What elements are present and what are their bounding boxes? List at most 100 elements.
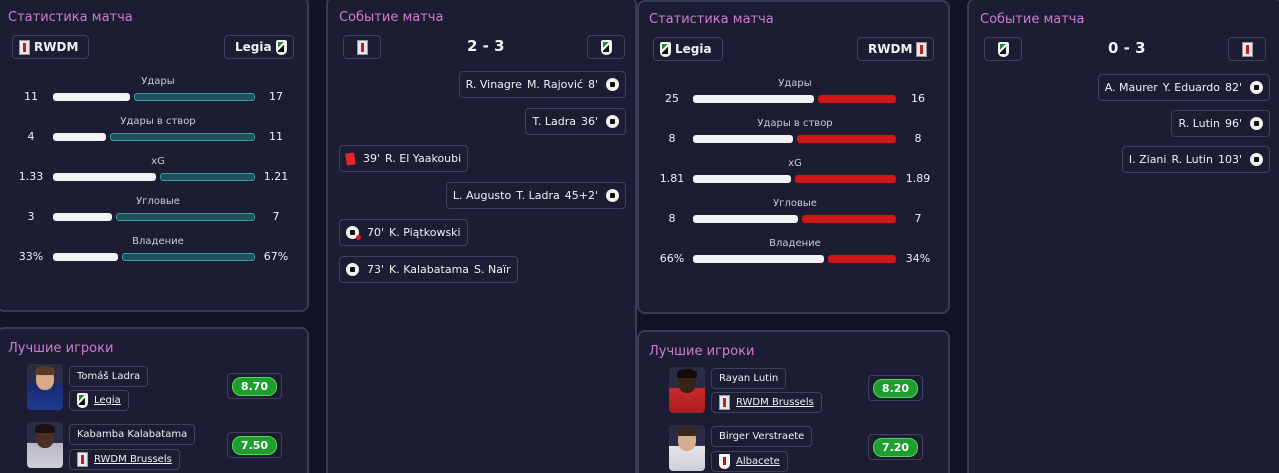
player-team-link[interactable]: RWDM Brussels <box>736 397 814 408</box>
stat-away-bar <box>110 133 255 141</box>
event-text: T. Ladra <box>532 115 576 128</box>
match1-players-title: Лучшие игроки <box>8 341 114 356</box>
player-team-chip[interactable]: RWDM Brussels <box>69 449 180 470</box>
match1-stats-away-team[interactable]: Legia <box>224 35 294 59</box>
legia-logo-icon <box>77 393 88 408</box>
stat-home-value: 1.33 <box>18 170 44 183</box>
legia-logo-icon <box>997 41 1009 57</box>
match2-home-logo[interactable] <box>984 37 1022 61</box>
event-row-home[interactable]: 73' K. Kalabatama S. Naïr <box>339 256 518 283</box>
player-name-chip[interactable]: Tomáš Ladra <box>69 366 149 387</box>
event-text: S. Naïr <box>474 263 511 276</box>
event-row-away[interactable]: R. Lutin 96' <box>1171 110 1270 137</box>
event-row-away[interactable]: T. Ladra 36' <box>525 108 626 135</box>
stat-home-value: 4 <box>27 130 35 143</box>
event-text: 82' <box>1224 81 1242 94</box>
stat-home-bar <box>693 95 814 103</box>
stat-away-value: 8 <box>914 132 922 145</box>
legia-logo-icon <box>600 39 612 55</box>
stat-label: Удары <box>141 76 175 87</box>
event-row-away[interactable]: I. Ziani R. Lutin 103' <box>1121 146 1270 173</box>
match1-away-logo[interactable] <box>587 35 625 59</box>
match2-stats-away-team[interactable]: RWDM <box>857 37 935 61</box>
match2-stats-panel: Статистика матча Legia RWDM Удары 25 16 Уда… <box>637 0 950 314</box>
stat-home-bar <box>693 135 793 143</box>
rwdm-logo-icon <box>1241 41 1253 57</box>
stat-label: Владение <box>132 236 184 247</box>
stat-label: Угловые <box>136 196 180 207</box>
player-team-link[interactable]: RWDM Brussels <box>94 454 172 465</box>
player-rating-box: 7.20 <box>868 434 923 460</box>
stat-away-value: 1.89 <box>905 172 931 185</box>
stat-away-value: 34% <box>905 252 931 265</box>
player-rating: 8.70 <box>231 376 278 396</box>
match1-stats-home-team[interactable]: RWDM <box>12 35 90 59</box>
stat-away-bar <box>818 95 896 103</box>
event-text: R. Vinagre <box>465 78 522 91</box>
event-text: 39' <box>363 152 381 165</box>
stat-away-value: 67% <box>263 250 289 263</box>
player-avatar[interactable] <box>669 425 705 471</box>
ball-icon <box>606 115 619 128</box>
event-text: 73' <box>367 263 385 276</box>
player-name-chip[interactable]: Rayan Lutin <box>711 368 787 389</box>
stat-home-value: 3 <box>27 210 35 223</box>
ball-icon <box>1250 153 1263 166</box>
event-text: K. Kalabatama <box>389 263 470 276</box>
rwdm-logo-icon <box>19 39 30 55</box>
stat-away-value: 11 <box>269 130 283 143</box>
stat-away-bar <box>122 253 255 261</box>
event-text: L. Augusto <box>452 189 512 202</box>
stat-away-value: 1.21 <box>263 170 289 183</box>
stat-label: Угловые <box>773 198 817 209</box>
match2-stats-home-team[interactable]: Legia <box>653 37 723 61</box>
event-row-away[interactable]: A. Maurer Y. Eduardo 82' <box>1097 74 1270 101</box>
match1-home-logo[interactable] <box>343 35 381 59</box>
match2-away-logo[interactable] <box>1228 37 1266 61</box>
event-text: K. Piątkowski <box>389 226 461 239</box>
player-avatar[interactable] <box>27 422 63 468</box>
match2-stats-title: Статистика матча <box>649 12 774 27</box>
match1-stats-panel: Статистика матча RWDM Legia Удары 11 17 Уда… <box>0 0 309 312</box>
stat-away-value: 17 <box>269 90 283 103</box>
match1-players-panel: Лучшие игроки Tomáš Ladra Legia 8.70 Kab… <box>0 327 309 473</box>
match1-events-panel: Событие матча 2 - 3 R. Vinagre M. Rajović… <box>326 0 637 473</box>
player-rating-box: 7.50 <box>227 432 282 458</box>
event-text: I. Ziani <box>1128 153 1167 166</box>
player-team-chip[interactable]: RWDM Brussels <box>711 392 822 413</box>
player-team-chip[interactable]: Albacete <box>711 451 788 472</box>
player-name-chip[interactable]: Birger Verstraete <box>711 426 813 447</box>
player-avatar[interactable] <box>669 367 705 413</box>
stat-label: xG <box>788 158 802 169</box>
player-rating-box: 8.20 <box>868 375 923 401</box>
player-name-chip[interactable]: Kabamba Kalabatama <box>69 424 196 445</box>
ball-icon <box>1250 81 1263 94</box>
event-text: 70' <box>367 226 385 239</box>
rwdm-logo-icon <box>77 452 88 467</box>
event-row-away[interactable]: R. Vinagre M. Rajović 8' <box>458 71 626 98</box>
red-card-icon <box>345 151 356 166</box>
stat-label: Удары в створ <box>120 116 196 127</box>
event-row-away[interactable]: L. Augusto T. Ladra 45+2' <box>445 182 626 209</box>
player-avatar[interactable] <box>27 364 63 410</box>
stat-away-value: 7 <box>914 212 922 225</box>
stat-home-value: 8 <box>668 212 676 225</box>
ball-icon <box>1250 117 1263 130</box>
stat-away-bar <box>828 255 896 263</box>
stat-home-value: 8 <box>668 132 676 145</box>
rwdm-logo-icon <box>356 39 368 55</box>
stat-home-bar <box>53 93 130 101</box>
event-text: 96' <box>1224 117 1242 130</box>
rwdm-logo-icon <box>719 395 730 410</box>
stat-label: Владение <box>769 238 821 249</box>
player-team-link[interactable]: Albacete <box>736 456 780 467</box>
player-team-chip[interactable]: Legia <box>69 390 129 411</box>
player-team-link[interactable]: Legia <box>94 395 121 406</box>
player-rating: 7.50 <box>231 435 278 455</box>
event-row-home[interactable]: 70' K. Piątkowski <box>339 219 468 246</box>
stat-away-bar <box>802 215 896 223</box>
match1-stats-title: Статистика матча <box>8 10 133 25</box>
event-text: T. Ladra <box>516 189 560 202</box>
player-rating: 8.20 <box>872 378 919 398</box>
event-row-home[interactable]: 39' R. El Yaakoubi <box>339 145 469 172</box>
